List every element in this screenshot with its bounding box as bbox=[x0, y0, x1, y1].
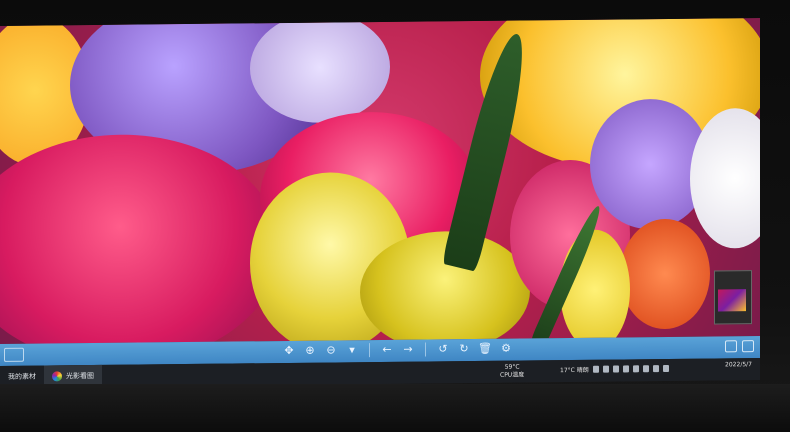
filmstrip-thumbnail[interactable] bbox=[714, 270, 752, 325]
toolbar-divider bbox=[369, 343, 370, 358]
tray-icon-1[interactable] bbox=[592, 365, 599, 373]
volume-icon[interactable] bbox=[662, 364, 669, 373]
lavender-petal bbox=[250, 18, 390, 124]
tray-icon-4[interactable] bbox=[622, 365, 629, 373]
tray-icon-3[interactable] bbox=[612, 365, 619, 373]
network-icon[interactable] bbox=[652, 365, 659, 373]
cpu-temp-value: 59°C bbox=[504, 363, 520, 371]
prev-arrow-icon[interactable]: ← bbox=[380, 343, 394, 357]
zoom-out-icon[interactable]: ⊖ bbox=[324, 343, 338, 357]
cpu-temp-label: CPU温度 bbox=[500, 371, 525, 379]
zoom-in-icon[interactable]: ⊕ bbox=[303, 344, 317, 358]
viewer-controls: ✥ ⊕ ⊖ ▾ ← → ↺ ↻ 🗑 ⚙ bbox=[282, 342, 513, 358]
photo-scene: ✥ ⊕ ⊖ ▾ ← → ↺ ↻ 🗑 ⚙ 我的素材 光影看图 59°C CPU温度… bbox=[0, 0, 790, 432]
tray-icon-2[interactable] bbox=[602, 365, 609, 373]
photo-viewer-app-icon bbox=[52, 371, 62, 382]
next-arrow-icon[interactable]: → bbox=[401, 343, 415, 357]
system-tray: 17°C 晴朗 bbox=[560, 364, 669, 374]
panel-toggle-icon[interactable] bbox=[4, 347, 24, 362]
flower-photo bbox=[0, 18, 760, 344]
monitor-screen: ✥ ⊕ ⊖ ▾ ← → ↺ ↻ 🗑 ⚙ 我的素材 光影看图 59°C CPU温度… bbox=[0, 18, 760, 388]
toolbar-divider bbox=[425, 342, 426, 357]
rotate-left-icon[interactable]: ↺ bbox=[436, 342, 450, 356]
info-icon[interactable] bbox=[742, 340, 754, 353]
viewer-right-controls bbox=[725, 340, 754, 353]
fit-icon[interactable]: ✥ bbox=[282, 344, 296, 358]
delete-icon[interactable]: 🗑 bbox=[478, 342, 492, 356]
cpu-temperature-widget[interactable]: 59°C CPU温度 bbox=[500, 363, 524, 379]
orange-petal-right bbox=[620, 218, 710, 330]
taskbar-item-label: 我的素材 bbox=[8, 372, 36, 381]
rotate-right-icon[interactable]: ↻ bbox=[457, 342, 471, 356]
thumbnail-image bbox=[718, 289, 746, 312]
taskbar-item-label: 光影看图 bbox=[66, 371, 94, 381]
tray-weather[interactable]: 17°C 晴朗 bbox=[560, 365, 589, 374]
settings-icon[interactable]: ⚙ bbox=[499, 342, 513, 356]
fullscreen-icon[interactable] bbox=[725, 340, 737, 353]
taskbar-clock[interactable]: 2022/5/7 bbox=[725, 361, 752, 369]
tray-icon-5[interactable] bbox=[632, 365, 639, 373]
clock-date: 2022/5/7 bbox=[725, 361, 752, 369]
monitor-bezel bbox=[0, 384, 790, 432]
zoom-menu-icon[interactable]: ▾ bbox=[345, 343, 359, 357]
tray-icon-6[interactable] bbox=[642, 365, 649, 373]
